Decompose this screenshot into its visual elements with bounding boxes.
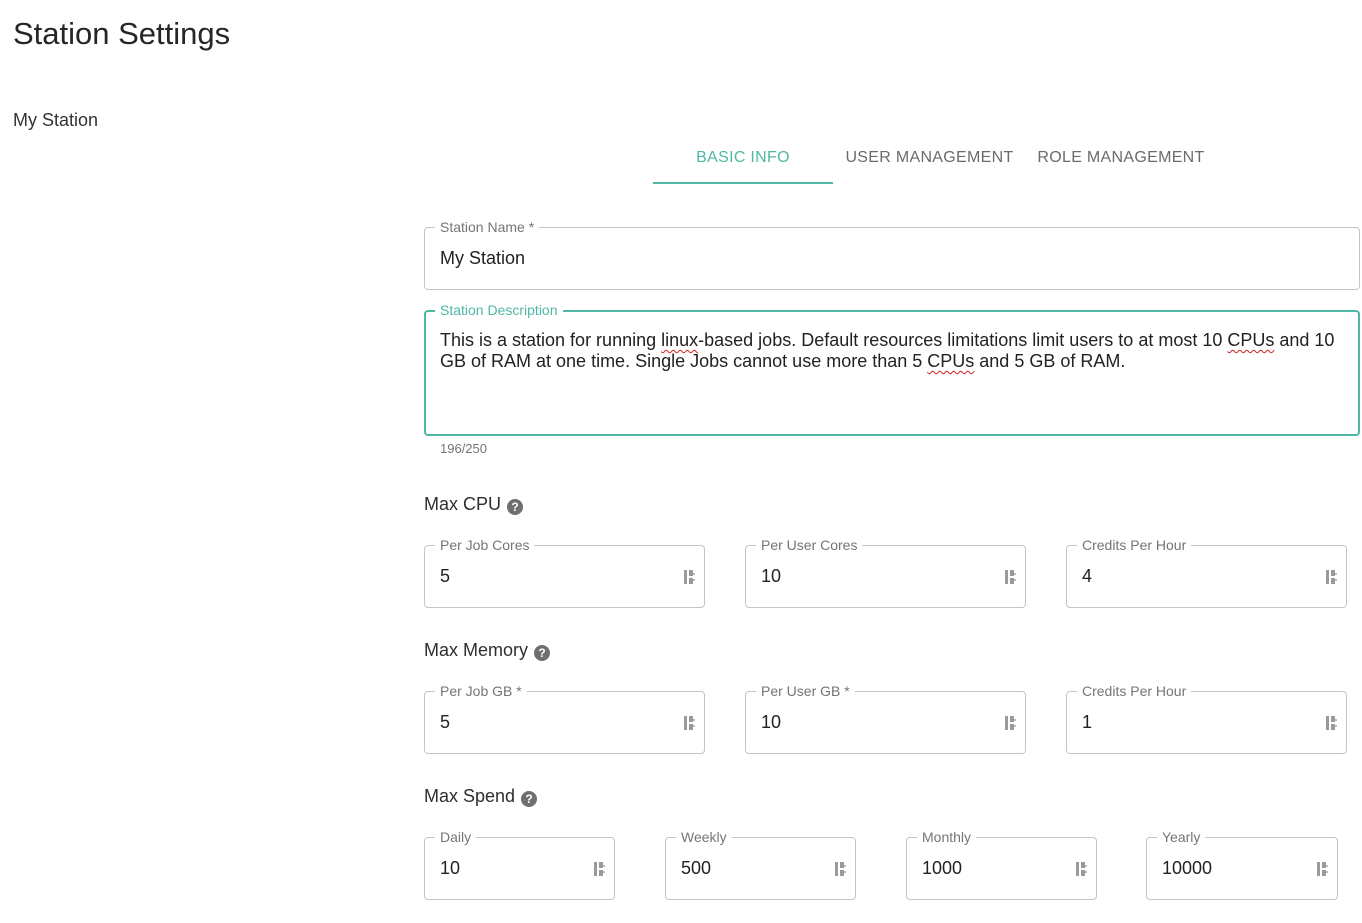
settings-tabs: BASIC INFO USER MANAGEMENT ROLE MANAGEME…: [653, 140, 1216, 186]
daily-spend-field[interactable]: Daily 10: [424, 829, 615, 900]
station-name-input[interactable]: My Station: [440, 248, 525, 269]
per-user-gb-field[interactable]: Per User GB * 10: [745, 683, 1026, 754]
per-job-gb-label: Per Job GB *: [435, 683, 527, 699]
help-circle-icon[interactable]: ?: [534, 644, 551, 661]
memory-credits-per-hour-field[interactable]: Credits Per Hour 1: [1066, 683, 1347, 754]
per-job-gb-field[interactable]: Per Job GB * 5: [424, 683, 705, 754]
per-job-cores-input[interactable]: 5: [440, 566, 450, 587]
per-user-gb-input[interactable]: 10: [761, 712, 781, 733]
station-description-textarea[interactable]: This is a station for running linux-base…: [440, 330, 1340, 372]
description-text: -based jobs. Default resources limitatio…: [698, 330, 1228, 350]
number-spinner-icon[interactable]: [593, 860, 607, 878]
yearly-spend-label: Yearly: [1157, 829, 1206, 845]
spellcheck-word: CPUs: [1227, 330, 1275, 350]
per-job-gb-input[interactable]: 5: [440, 712, 450, 733]
per-user-cores-input[interactable]: 10: [761, 566, 781, 587]
description-text: This is a station for running: [440, 330, 662, 350]
max-spend-title: Max Spend: [424, 786, 516, 806]
help-circle-icon[interactable]: ?: [507, 498, 524, 515]
number-spinner-icon[interactable]: [1325, 568, 1339, 586]
max-cpu-title: Max CPU: [424, 494, 502, 514]
monthly-spend-label: Monthly: [917, 829, 977, 845]
memory-credits-per-hour-label: Credits Per Hour: [1077, 683, 1192, 699]
station-name-field[interactable]: Station Name * My Station: [424, 219, 1360, 290]
weekly-spend-field[interactable]: Weekly 500: [665, 829, 856, 900]
number-spinner-icon[interactable]: [1004, 714, 1018, 732]
station-description-field[interactable]: Station Description This is a station fo…: [424, 302, 1360, 436]
weekly-spend-label: Weekly: [676, 829, 732, 845]
description-char-counter: 196/250: [440, 441, 487, 456]
per-user-gb-label: Per User GB *: [756, 683, 855, 699]
station-label: My Station: [13, 110, 99, 130]
station-description-label: Station Description: [435, 302, 563, 318]
tab-basic-info[interactable]: BASIC INFO: [653, 140, 833, 184]
yearly-spend-field[interactable]: Yearly 10000: [1146, 829, 1338, 900]
page-title: Station Settings: [13, 16, 231, 51]
monthly-spend-input[interactable]: 1000: [922, 858, 962, 879]
number-spinner-icon[interactable]: [834, 860, 848, 878]
station-name-label: Station Name *: [435, 219, 540, 235]
number-spinner-icon[interactable]: [1004, 568, 1018, 586]
max-memory-title: Max Memory: [424, 640, 529, 660]
spellcheck-word: CPUs: [927, 351, 975, 371]
per-job-cores-field[interactable]: Per Job Cores 5: [424, 537, 705, 608]
daily-spend-label: Daily: [435, 829, 477, 845]
yearly-spend-input[interactable]: 10000: [1162, 858, 1212, 879]
max-memory-heading: Max Memory ?: [424, 640, 551, 661]
max-cpu-heading: Max CPU ?: [424, 494, 524, 515]
description-text: and 5 GB of RAM.: [974, 351, 1126, 371]
daily-spend-input[interactable]: 10: [440, 858, 460, 879]
number-spinner-icon[interactable]: [683, 568, 697, 586]
tab-user-management[interactable]: USER MANAGEMENT: [833, 140, 1026, 184]
memory-credits-per-hour-input[interactable]: 1: [1082, 712, 1092, 733]
spellcheck-word: linux: [661, 330, 699, 350]
number-spinner-icon[interactable]: [1316, 860, 1330, 878]
per-user-cores-label: Per User Cores: [756, 537, 863, 553]
help-circle-icon[interactable]: ?: [521, 790, 538, 807]
cpu-credits-per-hour-label: Credits Per Hour: [1077, 537, 1192, 553]
number-spinner-icon[interactable]: [1075, 860, 1089, 878]
cpu-credits-per-hour-input[interactable]: 4: [1082, 566, 1092, 587]
number-spinner-icon[interactable]: [1325, 714, 1339, 732]
per-job-cores-label: Per Job Cores: [435, 537, 535, 553]
per-user-cores-field[interactable]: Per User Cores 10: [745, 537, 1026, 608]
number-spinner-icon[interactable]: [683, 714, 697, 732]
max-spend-heading: Max Spend ?: [424, 786, 538, 807]
tab-role-management[interactable]: ROLE MANAGEMENT: [1026, 140, 1216, 184]
cpu-credits-per-hour-field[interactable]: Credits Per Hour 4: [1066, 537, 1347, 608]
monthly-spend-field[interactable]: Monthly 1000: [906, 829, 1097, 900]
weekly-spend-input[interactable]: 500: [681, 858, 711, 879]
